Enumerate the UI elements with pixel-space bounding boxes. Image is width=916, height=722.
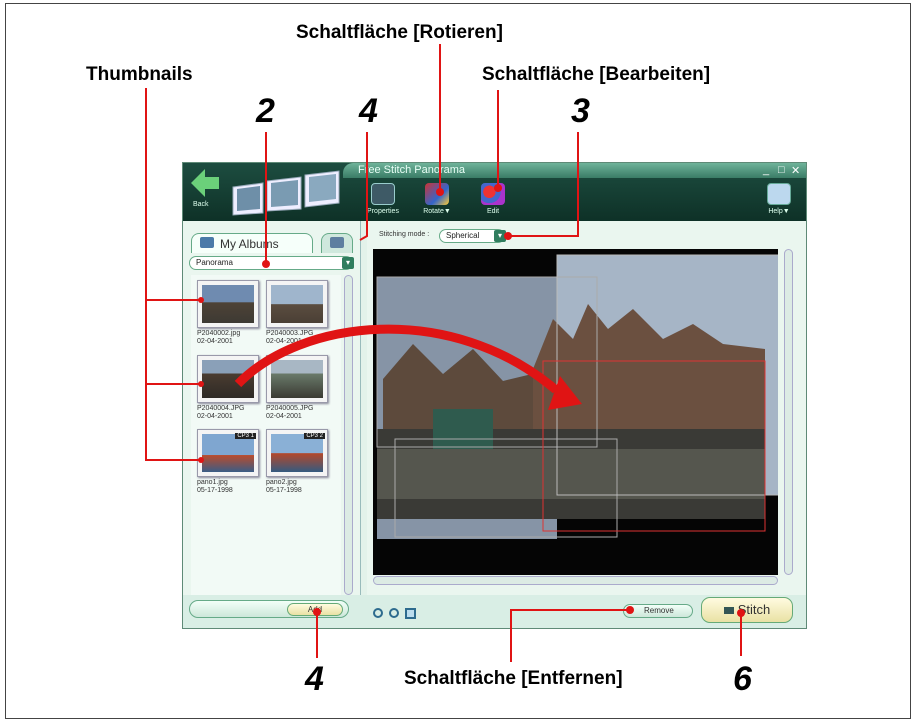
panorama-canvas[interactable]	[373, 249, 780, 575]
thumbnail-5[interactable]: CP3 1	[197, 429, 259, 477]
canvas-horizontal-scrollbar[interactable]	[373, 576, 778, 585]
fit-to-window-icon[interactable]	[405, 608, 416, 619]
step-4-top-number: 4	[359, 92, 378, 130]
zoom-out-icon[interactable]	[373, 608, 383, 618]
help-label: Help▼	[768, 208, 790, 215]
rotate-button-callout: Schaltfläche [Rotieren]	[296, 22, 503, 43]
remove-button-callout: Schaltfläche [Entfernen]	[404, 668, 623, 689]
panorama-image	[376, 254, 780, 539]
thumbnail-4-caption: P2040005.JPG 02-04-2001	[266, 405, 314, 420]
thumbnail-6[interactable]: CP3 2	[266, 429, 328, 477]
step-4-bottom-number: 4	[305, 660, 324, 698]
stitch-button[interactable]: Stitch	[701, 597, 793, 623]
add-button[interactable]: Add	[287, 603, 343, 616]
album-select[interactable]: Panorama	[189, 256, 353, 270]
help-icon	[767, 183, 791, 205]
thumbnail-1[interactable]	[197, 280, 259, 328]
thumbnail-5-badge: CP3 1	[235, 433, 256, 439]
panorama-logo-icon	[232, 170, 340, 216]
album-icon	[200, 237, 214, 248]
maximize-icon[interactable]: □	[778, 164, 785, 176]
properties-icon	[371, 183, 395, 205]
edit-label: Edit	[486, 208, 500, 215]
stitching-mode-chevron-icon[interactable]: ▾	[494, 230, 506, 242]
thumbnail-2[interactable]	[266, 280, 328, 328]
thumbnail-4[interactable]	[266, 355, 328, 403]
rotate-icon	[425, 183, 449, 205]
thumbnail-6-caption: pano2.jpg 05-17-1998	[266, 479, 302, 494]
zoom-in-icon[interactable]	[389, 608, 399, 618]
minimize-icon[interactable]: _	[763, 164, 769, 176]
step-3-number: 3	[571, 92, 590, 130]
step-2-number: 2	[256, 92, 275, 130]
back-label: Back	[193, 201, 209, 208]
thumbnails-callout: Thumbnails	[86, 64, 193, 85]
tab-my-albums[interactable]: My Albums	[191, 233, 313, 253]
edit-icon	[481, 183, 505, 205]
thumbnail-5-caption: pano1.jpg 05-17-1998	[197, 479, 233, 494]
app-window: Free Stitch Panorama _ □ ✕ Back Properti…	[182, 162, 807, 629]
rotate-label: Rotate▼	[423, 208, 451, 215]
rotate-button[interactable]: Rotate▼	[415, 179, 459, 219]
help-button[interactable]: Help▼	[757, 179, 801, 219]
stitching-mode-label: Stitching mode :	[379, 231, 430, 238]
edit-button-callout: Schaltfläche [Bearbeiten]	[482, 64, 711, 85]
thumbnail-3-caption: P2040004.JPG 02-04-2001	[197, 405, 245, 420]
back-button[interactable]: Back	[187, 167, 223, 213]
stitch-label: Stitch	[737, 602, 771, 617]
close-icon[interactable]: ✕	[791, 164, 800, 177]
chevron-down-icon[interactable]: ▾	[342, 257, 354, 269]
thumbnail-1-caption: P2040002.jpg 02-04-2001	[197, 330, 241, 345]
stitch-icon	[723, 607, 734, 614]
thumbnail-scrollbar[interactable]	[344, 275, 353, 595]
remove-button[interactable]: Remove	[623, 604, 693, 618]
canvas-vertical-scrollbar[interactable]	[784, 249, 793, 575]
window-title: Free Stitch Panorama	[358, 164, 465, 176]
properties-button[interactable]: Properties	[361, 179, 405, 219]
thumbnail-3[interactable]	[197, 355, 259, 403]
camera-icon	[330, 237, 344, 248]
thumbnail-6-badge: CP3 2	[304, 433, 325, 439]
step-6-number: 6	[733, 660, 752, 698]
tab-second[interactable]	[321, 233, 353, 253]
thumbnail-2-caption: P2040003.JPG 02-04-2001	[266, 330, 314, 345]
properties-label: Properties	[367, 208, 399, 215]
edit-button[interactable]: Edit	[471, 179, 515, 219]
tab-my-albums-label: My Albums	[220, 237, 279, 251]
